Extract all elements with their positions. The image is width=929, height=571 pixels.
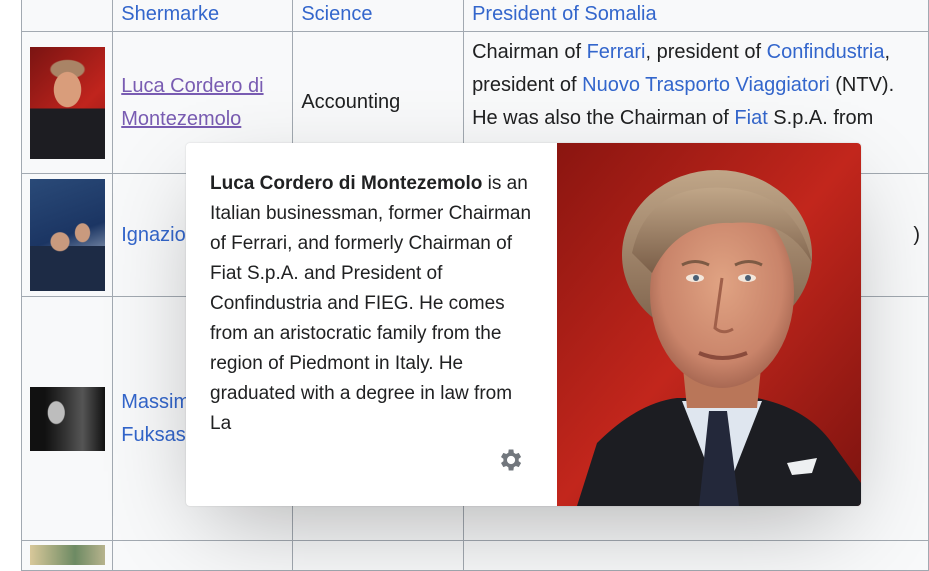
table-row [20,540,929,571]
field-cell: Science [292,0,465,32]
image-cell [20,296,114,541]
person-link[interactable]: Shermarke [121,3,219,25]
person-photo[interactable] [29,179,105,291]
note-cell [463,540,929,571]
note-link[interactable]: President of Somalia [472,3,657,25]
person-link[interactable]: Luca Cordero di Montezemolo [121,75,263,130]
image-cell [20,0,114,32]
person-photo[interactable] [29,545,105,565]
field-text: Accounting [301,91,401,113]
name-cell [112,540,294,571]
fiat-link[interactable]: Fiat [734,107,767,129]
note-text: Chairman of [472,41,587,63]
name-cell: Shermarke [112,0,294,32]
ferrari-link[interactable]: Ferrari [587,41,646,63]
preview-extract[interactable]: Luca Cordero di Montezemolo is an Italia… [210,169,533,431]
preview-extract-text: is an Italian businessman, former Chairm… [210,173,532,431]
montezemolo-portrait [557,143,861,506]
preview-title: Luca Cordero di Montezemolo [210,173,483,194]
thumbnail-link[interactable] [22,46,112,159]
gear-icon[interactable] [496,446,524,474]
note-text: , president of [645,41,767,63]
ntv-link[interactable]: Nuovo Trasporto Viaggiatori [582,74,830,96]
table-row: Shermarke Science President of Somalia [20,0,929,32]
note-text: ) [913,223,920,246]
field-link[interactable]: Science [301,3,372,25]
image-cell [20,173,114,297]
page-preview-popup[interactable]: Luca Cordero di Montezemolo is an Italia… [186,143,861,506]
image-cell [20,540,114,571]
preview-thumbnail[interactable] [557,143,861,506]
note-text: S.p.A. from [767,107,874,129]
image-cell [20,31,114,174]
thumbnail-link[interactable] [22,386,112,451]
note-cell: President of Somalia [463,0,929,32]
person-photo[interactable] [29,46,105,159]
field-cell [292,540,465,571]
confindustria-link[interactable]: Confindustria [767,41,885,63]
preview-text-panel[interactable]: Luca Cordero di Montezemolo is an Italia… [186,143,557,506]
thumbnail-link[interactable] [22,179,112,291]
person-link[interactable]: Ignazio [121,224,186,246]
person-photo[interactable] [29,386,105,451]
